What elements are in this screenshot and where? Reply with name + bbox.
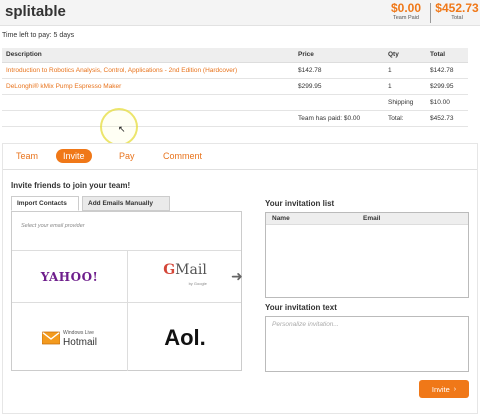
gmail-logo-sub: by Google	[188, 281, 207, 286]
summary-row: Team has paid: $0.00 Total: $452.73	[2, 110, 468, 127]
gmail-provider-button[interactable]: GMail by Google	[128, 252, 242, 302]
item-total: $142.78	[426, 62, 468, 79]
invitation-text-field[interactable]	[265, 316, 469, 372]
hotmail-logo: Windows Live Hotmail	[42, 328, 97, 348]
item-total: $299.95	[426, 78, 468, 95]
gmail-logo: GMail by Google	[163, 263, 207, 291]
total-stat: $452.73 Total	[434, 1, 480, 21]
invitation-list-header: Name Email	[266, 213, 468, 225]
col-qty: Qty	[384, 48, 426, 63]
time-left-text: Time left to pay: 5 days	[2, 32, 75, 39]
email-provider-box: Select your email provider YAHOO! GMail …	[11, 211, 242, 371]
col-price: Price	[294, 48, 384, 63]
item-price: $299.95	[294, 78, 384, 95]
order-header-row: Description Price Qty Total	[2, 48, 468, 63]
yahoo-provider-button[interactable]: YAHOO!	[12, 252, 127, 302]
tab-invite[interactable]: Invite	[56, 149, 92, 163]
gmail-logo-text: Mail	[175, 262, 207, 278]
table-row: DeLonghi® kMix Pump Espresso Maker $299.…	[2, 78, 468, 95]
tab-pay[interactable]: Pay	[119, 151, 135, 161]
item-qty: 1	[384, 62, 426, 79]
shipping-label: Shipping	[384, 94, 426, 111]
invite-button-label: Invite	[431, 384, 450, 394]
invitation-list[interactable]: Name Email	[265, 212, 469, 298]
summary-total-value: $452.73	[426, 110, 468, 127]
shipping-value: $10.00	[426, 94, 468, 111]
item-description-link[interactable]: DeLonghi® kMix Pump Espresso Maker	[2, 78, 294, 95]
col-email: Email	[363, 215, 381, 222]
provider-hint: Select your email provider	[21, 223, 85, 229]
team-paid-amount: $0.00	[390, 1, 422, 15]
total-label: Total	[451, 15, 463, 21]
col-description: Description	[2, 48, 294, 63]
hotmail-provider-button[interactable]: Windows Live Hotmail	[12, 307, 127, 369]
item-description-link[interactable]: Introduction to Robotics Analysis, Contr…	[2, 62, 294, 79]
team-paid-label: Team Paid	[393, 15, 419, 21]
order-table: Description Price Qty Total Introduction…	[2, 48, 468, 127]
aol-provider-button[interactable]: Aol.	[128, 307, 242, 369]
yahoo-logo: YAHOO!	[40, 270, 99, 284]
total-amount: $452.73	[435, 1, 479, 15]
header: splitable $0.00 Team Paid $452.73 Total	[0, 0, 480, 26]
table-row: Introduction to Robotics Analysis, Contr…	[2, 62, 468, 79]
summary-total-label: Total:	[384, 110, 426, 127]
invitation-text-heading: Your invitation text	[265, 303, 337, 312]
mouse-cursor-icon: ↖	[118, 124, 126, 134]
aol-logo: Aol.	[164, 325, 206, 350]
tab-import-contacts[interactable]: Import Contacts	[11, 196, 79, 211]
tab-team[interactable]: Team	[16, 151, 38, 161]
envelope-icon	[42, 331, 61, 345]
team-paid-stat: $0.00 Team Paid	[386, 1, 426, 21]
gmail-logo-g: G	[163, 262, 176, 278]
hotmail-logo-main: Hotmail	[63, 337, 97, 348]
invite-button[interactable]: Invite ›	[419, 380, 469, 398]
item-price: $142.78	[294, 62, 384, 79]
invite-heading: Invite friends to join your team!	[11, 181, 131, 190]
col-total: Total	[426, 48, 468, 63]
item-qty: 1	[384, 78, 426, 95]
invitation-list-heading: Your invitation list	[265, 199, 335, 208]
team-has-paid-text: Team has paid: $0.00	[294, 110, 384, 127]
tab-comment[interactable]: Comment	[163, 151, 202, 161]
arrow-right-icon: ➜	[231, 268, 243, 284]
chevron-right-icon: ›	[453, 385, 457, 393]
shipping-row: Shipping $10.00	[2, 94, 468, 111]
tab-bar: Team Invite Pay Comment	[3, 144, 477, 170]
logo[interactable]: splitable	[5, 3, 66, 20]
tab-add-emails-manually[interactable]: Add Emails Manually	[82, 196, 170, 211]
col-name: Name	[272, 215, 290, 222]
header-divider	[430, 3, 431, 23]
